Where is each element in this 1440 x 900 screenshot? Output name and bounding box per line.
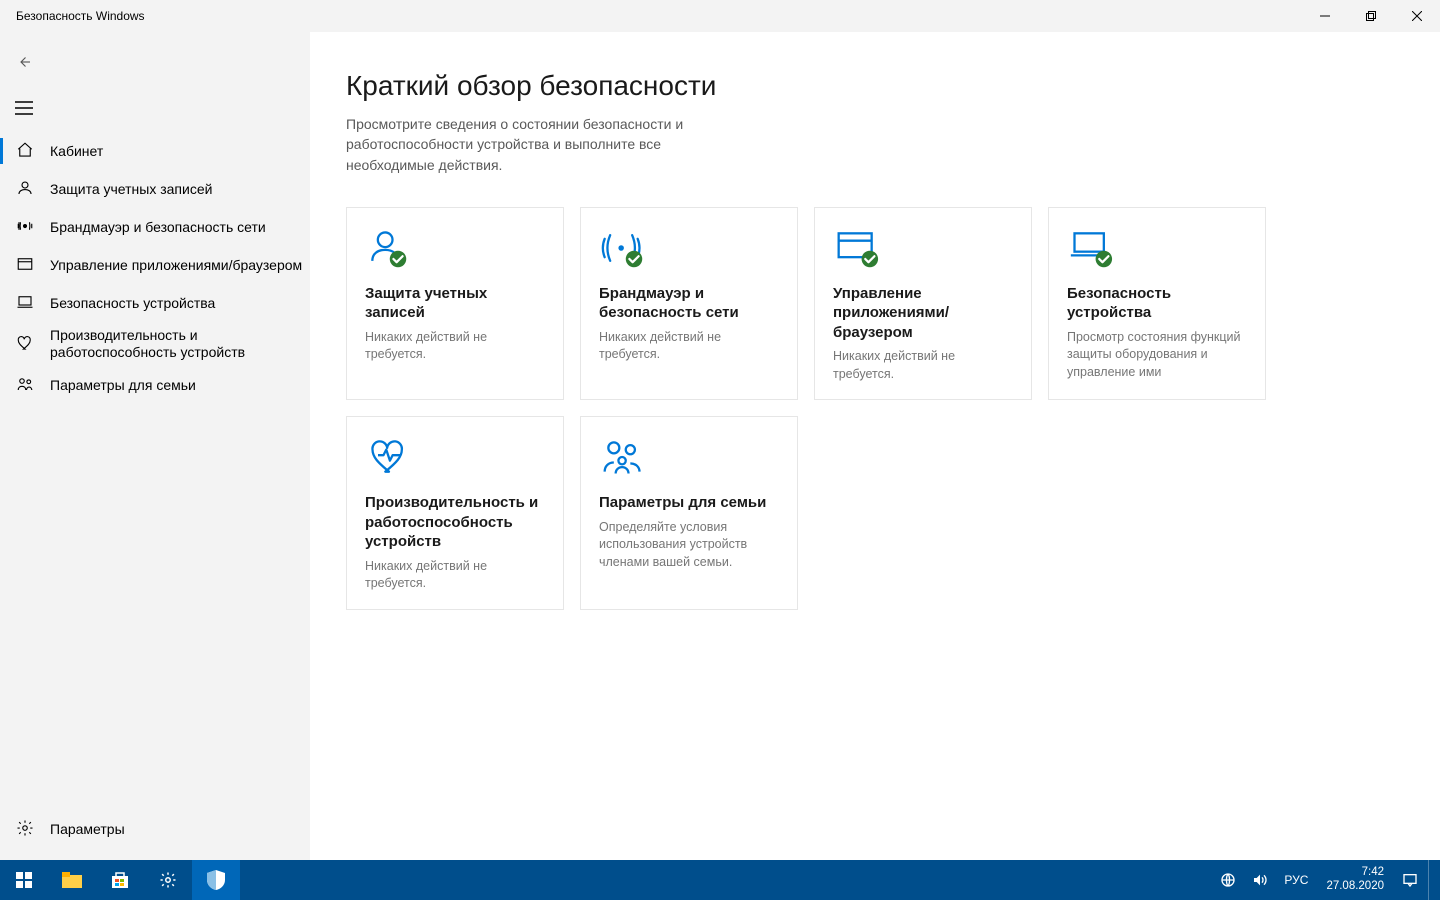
taskbar-settings[interactable]: [144, 860, 192, 900]
card-title: Защита учетных записей: [365, 284, 545, 323]
sidebar-item-label: Защита учетных записей: [50, 181, 212, 198]
sidebar-item-label: Параметры: [50, 821, 125, 838]
card-desc: Никаких действий не требуется.: [365, 329, 545, 364]
person-shield-icon: [365, 226, 545, 270]
card-desc: Просмотр состояния функций защиты оборуд…: [1067, 329, 1247, 382]
gear-icon: [16, 819, 34, 840]
home-icon: [16, 141, 34, 162]
tray-time: 7:42: [1326, 866, 1384, 880]
laptop-check-icon: [1067, 226, 1247, 270]
minimize-button[interactable]: [1302, 0, 1348, 32]
taskbar-file-explorer[interactable]: [48, 860, 96, 900]
network-icon: [16, 217, 34, 238]
network-check-icon: [599, 226, 779, 270]
sidebar-item-home[interactable]: Кабинет: [0, 132, 310, 170]
heart-pulse-icon: [365, 435, 545, 479]
tray-language[interactable]: РУС: [1278, 860, 1314, 900]
card-title: Параметры для семьи: [599, 493, 779, 513]
sidebar-item-family[interactable]: Параметры для семьи: [0, 366, 310, 404]
card-performance[interactable]: Производительность и работоспособность у…: [346, 416, 564, 610]
person-icon: [16, 179, 34, 200]
close-button[interactable]: [1394, 0, 1440, 32]
heart-icon: [16, 334, 34, 355]
page-title: Краткий обзор безопасности: [346, 70, 1404, 102]
tray-date: 27.08.2020: [1326, 880, 1384, 894]
system-tray: РУС 7:42 27.08.2020: [1214, 860, 1440, 900]
hamburger-button[interactable]: [0, 88, 48, 128]
start-button[interactable]: [0, 860, 48, 900]
sidebar-item-app-browser[interactable]: Управление приложениями/браузером: [0, 246, 310, 284]
tray-network-icon[interactable]: [1214, 860, 1242, 900]
back-button[interactable]: [0, 42, 48, 82]
sidebar-item-label: Безопасность устройства: [50, 295, 215, 312]
sidebar-item-label: Производительность и работоспособность у…: [50, 327, 245, 361]
taskbar-security[interactable]: [192, 860, 240, 900]
card-title: Безопасность устройства: [1067, 284, 1247, 323]
tray-volume-icon[interactable]: [1246, 860, 1274, 900]
card-device-security[interactable]: Безопасность устройства Просмотр состоян…: [1048, 207, 1266, 401]
card-app-browser[interactable]: Управление приложениями/браузером Никаки…: [814, 207, 1032, 401]
tray-clock[interactable]: 7:42 27.08.2020: [1318, 866, 1392, 894]
sidebar-item-account[interactable]: Защита учетных записей: [0, 170, 310, 208]
cards-grid: Защита учетных записей Никаких действий …: [346, 207, 1404, 610]
window-controls: [1302, 0, 1440, 32]
window-title: Безопасность Windows: [16, 0, 145, 32]
taskbar: РУС 7:42 27.08.2020: [0, 860, 1440, 900]
card-firewall[interactable]: Брандмауэр и безопасность сети Никаких д…: [580, 207, 798, 401]
taskbar-store[interactable]: [96, 860, 144, 900]
card-family[interactable]: Параметры для семьи Определяйте условия …: [580, 416, 798, 610]
window-icon: [16, 255, 34, 276]
card-title: Управление приложениями/браузером: [833, 284, 1013, 343]
card-title: Брандмауэр и безопасность сети: [599, 284, 779, 323]
sidebar-item-label: Параметры для семьи: [50, 377, 196, 394]
show-desktop-button[interactable]: [1428, 860, 1434, 900]
sidebar-item-label: Управление приложениями/браузером: [50, 257, 302, 274]
maximize-button[interactable]: [1348, 0, 1394, 32]
content: Краткий обзор безопасности Просмотрите с…: [310, 32, 1440, 860]
card-desc: Определяйте условия использования устрой…: [599, 519, 779, 572]
card-desc: Никаких действий не требуется.: [365, 558, 545, 593]
sidebar: Кабинет Защита учетных записей Брандмауэ…: [0, 32, 310, 860]
sidebar-item-firewall[interactable]: Брандмауэр и безопасность сети: [0, 208, 310, 246]
sidebar-item-label: Брандмауэр и безопасность сети: [50, 219, 266, 236]
sidebar-settings[interactable]: Параметры: [0, 810, 310, 848]
card-title: Производительность и работоспособность у…: [365, 493, 545, 552]
window-check-icon: [833, 226, 1013, 270]
device-icon: [16, 293, 34, 314]
family-icon: [16, 375, 34, 396]
card-desc: Никаких действий не требуется.: [599, 329, 779, 364]
family-group-icon: [599, 435, 779, 479]
page-subtitle: Просмотрите сведения о состоянии безопас…: [346, 114, 726, 175]
card-account-protection[interactable]: Защита учетных записей Никаких действий …: [346, 207, 564, 401]
nav: Кабинет Защита учетных записей Брандмауэ…: [0, 132, 310, 404]
sidebar-item-label: Кабинет: [50, 143, 103, 160]
card-desc: Никаких действий не требуется.: [833, 348, 1013, 383]
tray-action-center-icon[interactable]: [1396, 860, 1424, 900]
sidebar-item-device[interactable]: Безопасность устройства: [0, 284, 310, 322]
sidebar-item-performance[interactable]: Производительность и работоспособность у…: [0, 322, 310, 366]
titlebar: Безопасность Windows: [0, 0, 1440, 32]
